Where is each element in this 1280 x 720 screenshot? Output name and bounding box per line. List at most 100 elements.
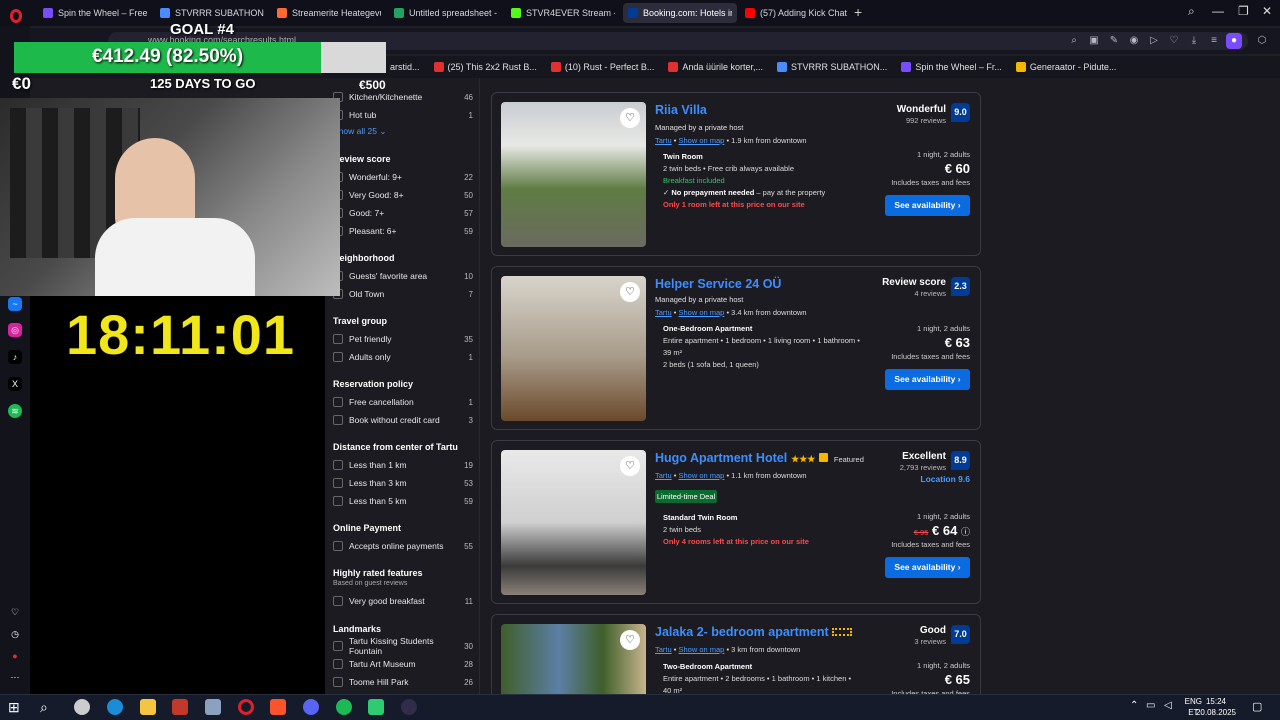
hotel-name-row[interactable]: Jalaka 2- bedroom apartment <box>655 625 853 639</box>
maximize-icon[interactable]: ❐ <box>1238 4 1249 18</box>
edge-icon[interactable] <box>107 699 123 715</box>
app-icon[interactable] <box>172 699 188 715</box>
hotel-name[interactable]: Helper Service 24 OÜ <box>655 277 781 291</box>
notifications-icon[interactable]: ▢ <box>1252 700 1262 713</box>
filter-neighborhood[interactable]: Guests' favorite area 10 <box>333 269 473 283</box>
taskbar-clock[interactable]: 15:24 20.08.2025 <box>1196 696 1236 718</box>
extensions-icon[interactable]: ⬡ <box>1254 33 1270 49</box>
app-icon[interactable] <box>74 699 90 715</box>
menu-icon[interactable]: ≡ <box>1206 33 1222 49</box>
filter-neighborhood[interactable]: Old Town 7 <box>333 287 473 301</box>
filter-reservation[interactable]: Book without credit card 3 <box>333 413 473 427</box>
show-on-map-link[interactable]: Show on map <box>678 308 724 317</box>
checkbox[interactable] <box>333 397 343 407</box>
show-on-map-link[interactable]: Show on map <box>678 645 724 654</box>
close-window-icon[interactable]: ✕ <box>1262 4 1272 18</box>
checkbox[interactable] <box>333 478 343 488</box>
checkbox[interactable] <box>333 659 343 669</box>
bookmark-item[interactable]: STVRRR SUBATHON... <box>776 62 887 72</box>
filter-hot-tub[interactable]: Hot tub 1 <box>333 108 473 122</box>
tab-youtube[interactable]: (57) Adding Kick Chat Ove <box>740 3 854 23</box>
tab-booking[interactable]: Booking.com: Hotels in Ta <box>623 3 737 23</box>
checkbox[interactable] <box>333 541 343 551</box>
search-icon[interactable]: ⌕ <box>1066 33 1082 49</box>
save-heart-icon[interactable]: ♡ <box>620 456 640 476</box>
checkbox[interactable] <box>333 677 343 687</box>
city-link[interactable]: Tartu <box>655 136 672 145</box>
hotel-card[interactable]: ♡ Hugo Apartment Hotel ★★★ Featured Tartu… <box>491 440 981 604</box>
messenger-icon[interactable]: ~ <box>8 297 22 311</box>
snapshot-icon[interactable]: ▣ <box>1086 33 1102 49</box>
see-availability-button[interactable]: See availability › <box>885 195 970 216</box>
hotel-card[interactable]: ♡ Jalaka 2- bedroom apartment Tartu • Sh… <box>491 614 981 704</box>
bookmark-item[interactable]: (10) Rust - Perfect B... <box>550 62 654 72</box>
hotel-photo[interactable]: ♡ <box>501 102 646 247</box>
volume-icon[interactable]: ◁ <box>1164 700 1172 711</box>
filter-kitchen[interactable]: Kitchen/Kitchenette 46 <box>333 90 473 104</box>
see-availability-button[interactable]: See availability › <box>885 369 970 390</box>
more-icon[interactable]: ⋯ <box>8 670 22 684</box>
checkbox[interactable] <box>333 496 343 506</box>
opera-logo-icon[interactable] <box>10 9 22 23</box>
tab-kick-stream[interactable]: STVR4EVER Stream - Wat <box>506 3 620 23</box>
download-icon[interactable]: ⤓ <box>1186 33 1202 49</box>
bookmark-item[interactable]: Generaator - Pidute... <box>1015 62 1116 72</box>
discord-icon[interactable] <box>303 699 319 715</box>
checkbox[interactable] <box>333 334 343 344</box>
opera-icon[interactable] <box>238 699 254 715</box>
hotel-photo[interactable]: ♡ <box>501 276 646 421</box>
checkbox[interactable] <box>333 460 343 470</box>
see-availability-button[interactable]: See availability › <box>885 557 970 578</box>
filter-rated[interactable]: Very good breakfast 11 <box>333 594 473 608</box>
new-tab-plus-icon[interactable]: + <box>854 5 866 19</box>
hotel-name-row[interactable]: Hugo Apartment Hotel ★★★ Featured <box>655 451 864 465</box>
heart-icon[interactable]: ♡ <box>1166 33 1182 49</box>
spotify-icon[interactable]: ≋ <box>8 404 22 418</box>
network-icon[interactable]: ▭ <box>1146 700 1155 711</box>
bookmark-item[interactable]: (25) This 2x2 Rust B... <box>433 62 537 72</box>
filter-online-payment[interactable]: Accepts online payments 55 <box>333 539 473 553</box>
tab-spreadsheet[interactable]: Untitled spreadsheet - Go <box>389 3 503 23</box>
hotel-photo[interactable]: ♡ <box>501 450 646 595</box>
filter-review[interactable]: Pleasant: 6+ 59 <box>333 224 473 238</box>
city-link[interactable]: Tartu <box>655 308 672 317</box>
show-all-link[interactable]: Show all 25 ⌄ <box>333 126 386 137</box>
filter-reservation[interactable]: Free cancellation 1 <box>333 395 473 409</box>
filter-landmark[interactable]: Tartu Art Museum 28 <box>333 657 473 671</box>
brave-icon[interactable] <box>270 699 286 715</box>
hotel-name[interactable]: Jalaka 2- bedroom apartment <box>655 625 829 639</box>
app-icon[interactable] <box>401 699 417 715</box>
tab-spin-the-wheel[interactable]: Spin the Wheel – Free and <box>38 3 152 23</box>
save-heart-icon[interactable]: ♡ <box>620 630 640 650</box>
save-heart-icon[interactable]: ♡ <box>620 282 640 302</box>
hotel-name[interactable]: Riia Villa <box>655 103 707 117</box>
minimize-icon[interactable]: — <box>1212 4 1224 18</box>
tab-streamerite[interactable]: Streamerite Heategevusm <box>272 3 386 23</box>
show-on-map-link[interactable]: Show on map <box>678 471 724 480</box>
filter-review[interactable]: Very Good: 8+ 50 <box>333 188 473 202</box>
vpn-icon[interactable]: ◉ <box>1126 33 1142 49</box>
city-link[interactable]: Tartu <box>655 471 672 480</box>
profile-icon[interactable]: ● <box>1226 33 1242 49</box>
hotel-name[interactable]: Hugo Apartment Hotel <box>655 451 787 465</box>
tab-subathon[interactable]: STVRRR SUBATHON – Go <box>155 3 269 23</box>
player-icon[interactable]: ▷ <box>1146 33 1162 49</box>
filter-landmark[interactable]: Tartu Kissing Students Fountain 30 <box>333 636 473 656</box>
instagram-icon[interactable]: ◎ <box>8 323 22 337</box>
checkbox[interactable] <box>333 415 343 425</box>
search-icon[interactable]: ⌕ <box>40 699 56 715</box>
filter-distance[interactable]: Less than 5 km 59 <box>333 494 473 508</box>
show-on-map-link[interactable]: Show on map <box>678 136 724 145</box>
filter-distance[interactable]: Less than 3 km 53 <box>333 476 473 490</box>
filter-landmark[interactable]: Toome Hill Park 26 <box>333 675 473 689</box>
history-icon[interactable]: ◷ <box>8 627 22 641</box>
filter-distance[interactable]: Less than 1 km 19 <box>333 458 473 472</box>
checkbox[interactable] <box>333 641 343 651</box>
hotel-photo[interactable]: ♡ <box>501 624 646 704</box>
info-icon[interactable]: ⓘ <box>961 527 970 537</box>
filter-review[interactable]: Good: 7+ 57 <box>333 206 473 220</box>
hotel-card[interactable]: ♡ Helper Service 24 OÜ Managed by a priv… <box>491 266 981 430</box>
windows-start-icon[interactable]: ⊞ <box>8 699 24 715</box>
checkbox[interactable] <box>333 596 343 606</box>
bookmark-item[interactable]: Anda üürile korter,... <box>668 62 763 72</box>
